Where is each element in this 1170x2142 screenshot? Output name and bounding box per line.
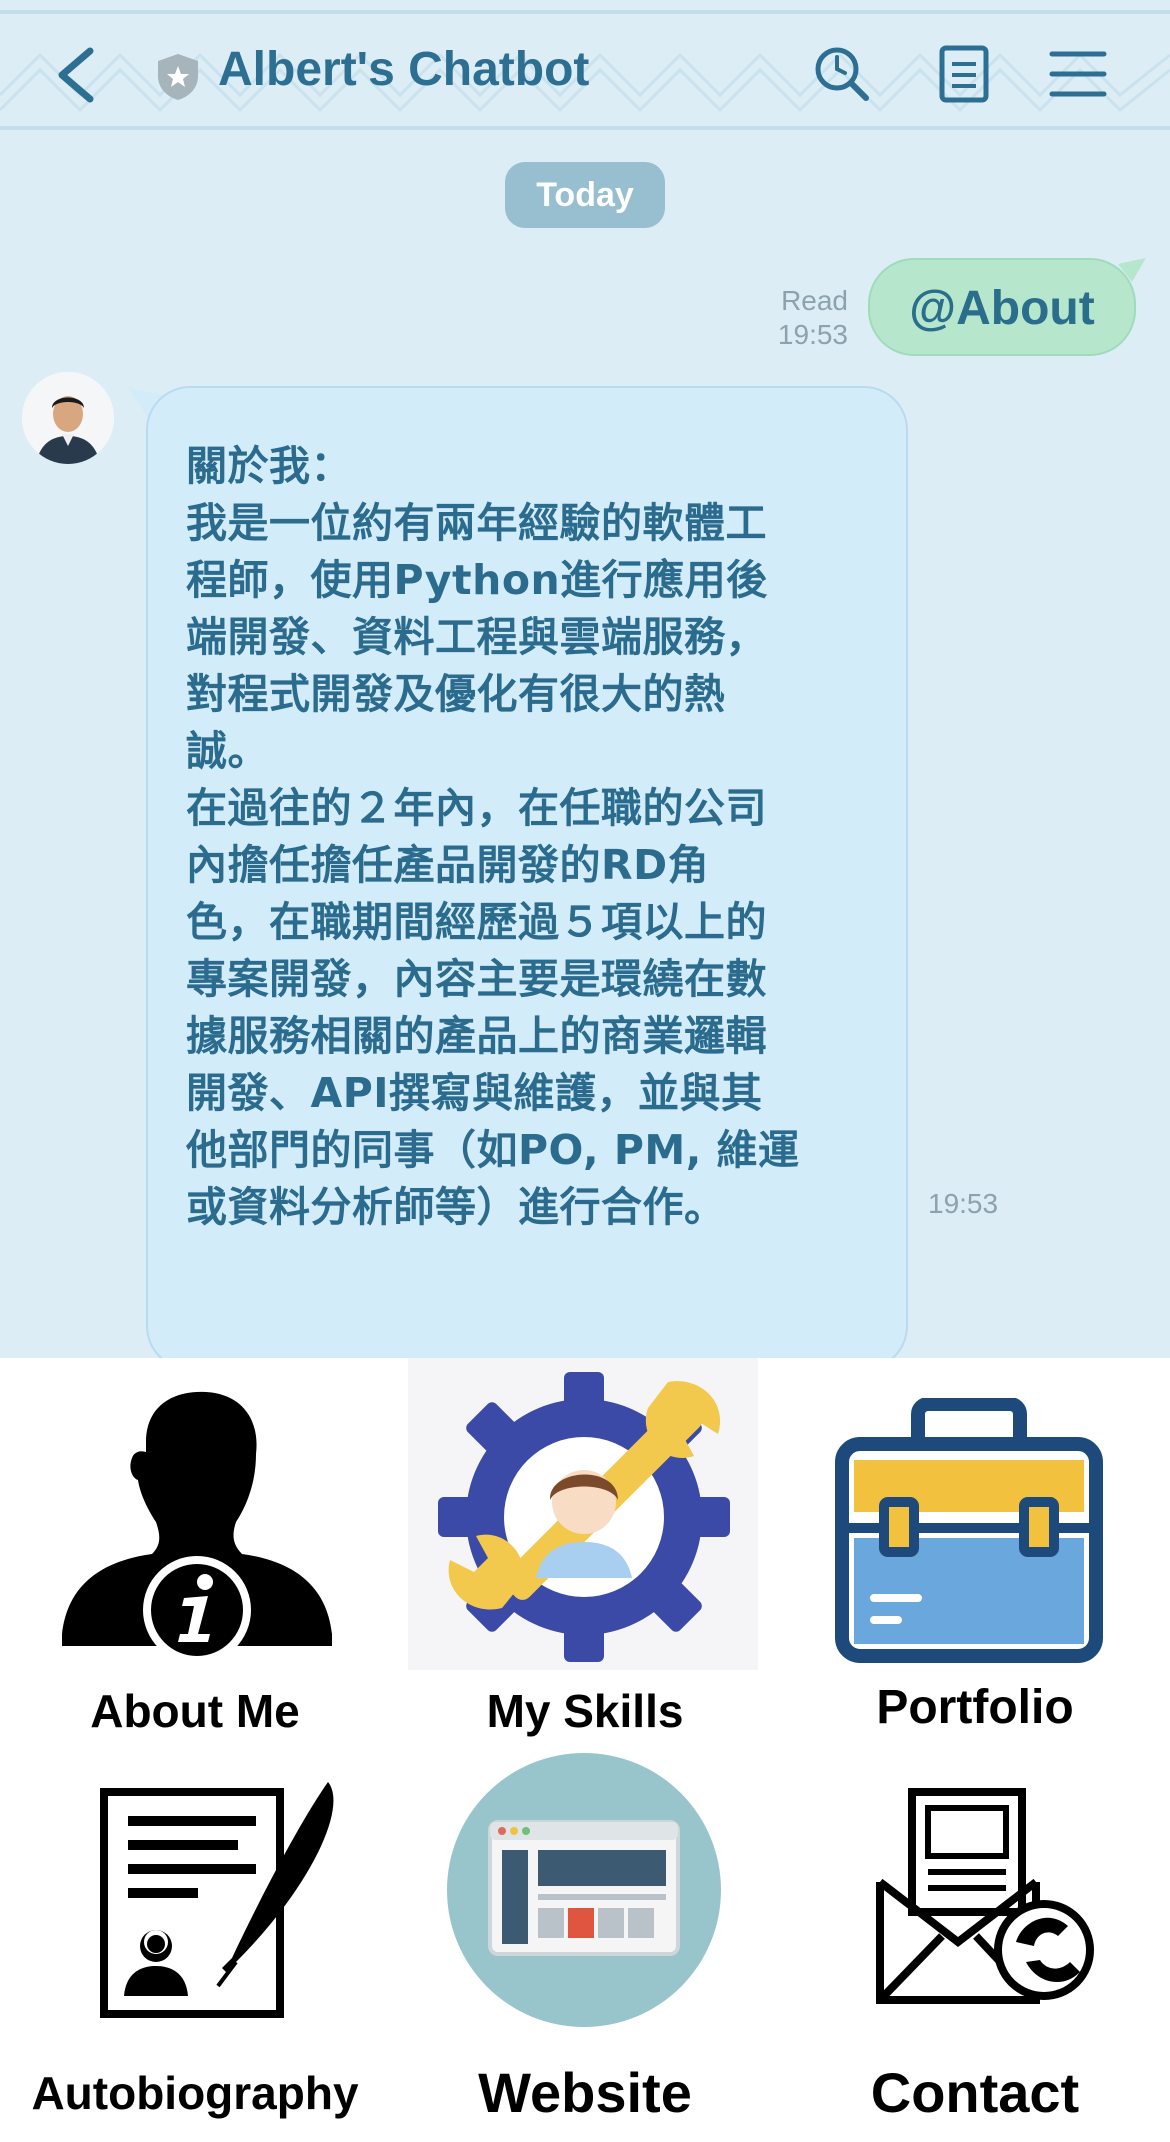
- date-separator: Today: [505, 162, 665, 228]
- search-clock-icon[interactable]: [810, 42, 874, 106]
- menu-item-contact[interactable]: Contact: [780, 1750, 1170, 2142]
- message-line: 或資料分析師等）進行合作。: [186, 1183, 726, 1231]
- bubble-tail: [1118, 258, 1146, 282]
- mail-phone-icon: [876, 1788, 1094, 2004]
- sent-time: 19:53: [777, 319, 848, 350]
- message-line: 對程式開發及優化有很大的熱: [186, 670, 726, 718]
- person-info-icon: [62, 1391, 332, 1664]
- menu-item-autobiography[interactable]: Autobiography: [0, 1750, 390, 2142]
- chat-header: Albert's Chatbot: [0, 0, 1170, 143]
- notes-icon[interactable]: [932, 42, 996, 106]
- message-line: 端開發、資料工程與雲端服務，: [186, 613, 767, 661]
- message-line: 色，在職期間經歷過５項以上的: [186, 898, 767, 946]
- message-line: 程師，使用Python進行應用後: [186, 556, 768, 604]
- chat-area[interactable]: Today Read 19:53 @About 關於我： 我是一位約有兩年經驗的軟…: [0, 140, 1170, 1370]
- message-line: 誠。: [186, 727, 269, 775]
- sent-message-bubble[interactable]: @About: [868, 258, 1136, 356]
- received-time: 19:53: [928, 1188, 999, 1219]
- menu-item-website[interactable]: Website: [390, 1750, 780, 2142]
- rich-menu: About Me My Skills Portfolio Autobiograp…: [0, 1358, 1170, 2142]
- message-line: 專案開發，內容主要是環繞在數: [186, 955, 767, 1003]
- menu-item-my-skills[interactable]: My Skills: [390, 1358, 780, 1750]
- received-message-text: 關於我： 我是一位約有兩年經驗的軟體工 程師，使用Python進行應用後 端開發、資料…: [186, 438, 866, 1236]
- browser-window-icon: [447, 1753, 721, 2027]
- menu-item-label: Autobiography: [31, 2067, 359, 2119]
- back-chevron-icon[interactable]: [52, 45, 102, 105]
- briefcase-icon: [835, 1398, 1103, 1663]
- menu-item-label: My Skills: [486, 1685, 684, 1737]
- message-line: 據服務相關的產品上的商業邏輯: [186, 1012, 767, 1060]
- message-line: 內擔任擔任產品開發的RD角: [186, 841, 710, 889]
- message-line: 我是一位約有兩年經驗的軟體工: [186, 499, 767, 547]
- avatar[interactable]: [22, 372, 114, 464]
- gear-wrench-person-icon: [438, 1372, 730, 1662]
- read-receipt: Read 19:53: [760, 284, 848, 352]
- message-line: 關於我：: [186, 442, 352, 490]
- chat-title: Albert's Chatbot: [218, 43, 590, 96]
- message-line: 開發、API撰寫與維護，並與其: [186, 1069, 763, 1117]
- menu-item-label: Website: [478, 2061, 692, 2124]
- menu-item-label: Portfolio: [876, 1681, 1074, 1734]
- menu-item-portfolio[interactable]: Portfolio: [780, 1358, 1170, 1750]
- menu-icon[interactable]: [1046, 42, 1110, 106]
- message-line: 他部門的同事（如PO, PM, 維運: [186, 1126, 800, 1174]
- read-status: Read: [781, 285, 848, 316]
- document-quill-icon: [100, 1782, 334, 2018]
- received-message-bubble[interactable]: 關於我： 我是一位約有兩年經驗的軟體工 程師，使用Python進行應用後 端開發、資料…: [146, 386, 908, 1370]
- menu-item-label: About Me: [90, 1685, 300, 1737]
- shield-star-icon: [158, 54, 198, 100]
- message-line: 在過往的２年內，在任職的公司: [186, 784, 767, 832]
- menu-item-about-me[interactable]: About Me: [0, 1358, 390, 1750]
- menu-item-label: Contact: [870, 2061, 1080, 2124]
